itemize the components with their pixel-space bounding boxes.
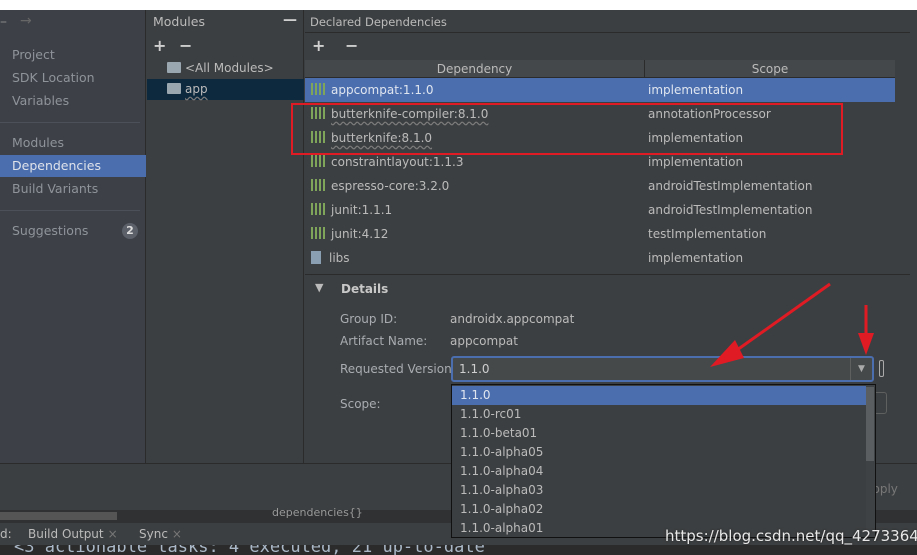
annotation-arrows	[710, 282, 874, 367]
red-arrow-icon	[858, 305, 874, 355]
watermark: https://blog.csdn.net/qq_42733641	[665, 527, 917, 545]
red-arrow-icon	[710, 282, 831, 367]
